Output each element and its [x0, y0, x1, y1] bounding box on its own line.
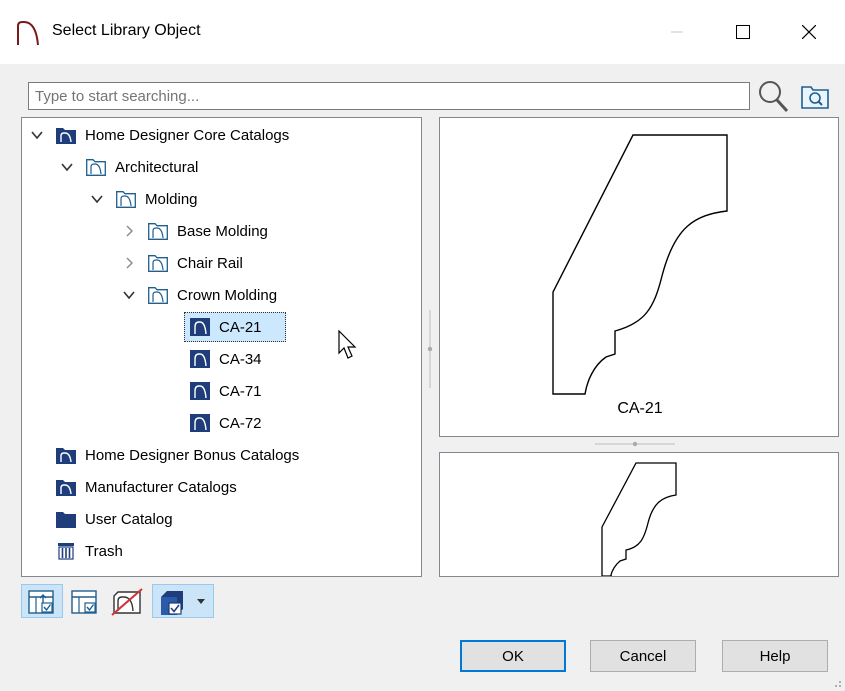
catalog-folder-icon [56, 128, 76, 144]
chevron-down-icon[interactable] [60, 160, 74, 174]
preview-3d-panel [439, 452, 839, 577]
minimize-button[interactable] [654, 14, 700, 50]
cancel-button[interactable]: Cancel [590, 640, 696, 672]
app-logo-icon [17, 21, 39, 46]
toolbar-dropdown-button[interactable] [152, 584, 214, 618]
tree-item-base-molding[interactable]: Base Molding [122, 216, 268, 246]
preview-panel: CA-21 [439, 117, 839, 437]
chevron-down-icon[interactable] [90, 192, 104, 206]
tree-item-label: Base Molding [177, 222, 268, 240]
tree-options-icon [28, 590, 54, 614]
preview-label: CA-21 [617, 400, 663, 417]
tree-item-user-catalog[interactable]: User Catalog [56, 504, 173, 534]
help-button[interactable]: Help [722, 640, 828, 672]
tree-item-label: Architectural [115, 158, 199, 176]
search-input[interactable] [28, 82, 750, 110]
horizontal-splitter[interactable] [595, 440, 675, 448]
tree-item-home-designer-core-catalogs[interactable]: Home Designer Core Catalogs [30, 120, 289, 150]
tree-item-ca-21[interactable]: CA-21 [184, 312, 286, 342]
toolbar-button-3[interactable] [107, 584, 149, 618]
view-options-icon [161, 591, 205, 615]
chevron-right-icon[interactable] [122, 256, 136, 270]
tree-item-label: CA-72 [219, 414, 262, 432]
tree-item-label: Trash [85, 542, 123, 560]
search-icon[interactable] [756, 78, 790, 114]
molding-item-icon [190, 382, 210, 400]
tree-item-ca-71[interactable]: CA-71 [190, 376, 262, 406]
tree-item-trash[interactable]: Trash [56, 536, 123, 566]
tree-item-crown-molding[interactable]: Crown Molding [122, 280, 277, 310]
chevron-right-icon[interactable] [122, 224, 136, 238]
vertical-splitter[interactable] [425, 310, 435, 388]
tree-item-label: Crown Molding [177, 286, 278, 304]
molding-item-icon [190, 318, 210, 336]
folder-outline-icon [86, 159, 106, 176]
window-title: Select Library Object [52, 22, 201, 39]
chevron-down-icon[interactable] [122, 288, 136, 302]
tree-item-architectural[interactable]: Architectural [60, 152, 198, 182]
catalog-folder-icon [56, 448, 76, 464]
maximize-icon [736, 25, 750, 39]
chevron-down-icon[interactable] [30, 128, 44, 142]
tree-item-molding[interactable]: Molding [90, 184, 198, 214]
molding-profile-preview [552, 134, 728, 395]
molding-item-icon [190, 350, 210, 368]
tree-item-label: CA-71 [219, 382, 262, 400]
toolbar-button-1[interactable] [21, 584, 63, 618]
tree-item-ca-72[interactable]: CA-72 [190, 408, 262, 438]
folder-outline-icon [148, 287, 168, 304]
resize-grip-icon[interactable] [830, 676, 842, 688]
mouse-cursor-icon [338, 330, 357, 359]
catalog-folder-icon [56, 480, 76, 496]
trash-icon [58, 543, 74, 560]
tree-item-label: Home Designer Core Catalogs [85, 126, 290, 144]
tree-item-label: Molding [145, 190, 198, 208]
tree-item-label: User Catalog [85, 510, 173, 528]
folder-outline-icon [148, 255, 168, 272]
tree-item-label: Chair Rail [177, 254, 243, 272]
tree-item-label: CA-21 [219, 318, 262, 336]
tree-item-label: CA-34 [219, 350, 262, 368]
toolbar-button-2[interactable] [65, 584, 105, 618]
close-button[interactable] [786, 14, 832, 50]
folder-filled-icon [56, 512, 76, 528]
library-tree[interactable]: Home Designer Core Catalogs Architectura… [21, 117, 422, 577]
molding-item-icon [190, 414, 210, 432]
ok-button[interactable]: OK [460, 640, 566, 672]
close-icon [802, 25, 816, 39]
tree-item-label: Manufacturer Catalogs [85, 478, 237, 496]
minimize-icon [671, 31, 683, 33]
title-bar: Select Library Object [0, 0, 845, 64]
maximize-button[interactable] [720, 14, 766, 50]
tree-item-manufacturer-catalogs[interactable]: Manufacturer Catalogs [56, 472, 237, 502]
tree-item-home-designer-bonus-catalogs[interactable]: Home Designer Bonus Catalogs [56, 440, 299, 470]
tree-item-chair-rail[interactable]: Chair Rail [122, 248, 243, 278]
folder-outline-icon [116, 191, 136, 208]
tree-filter-icon [71, 590, 97, 614]
tree-item-label: Home Designer Bonus Catalogs [85, 446, 300, 464]
molding-3d-preview [601, 462, 677, 576]
hide-items-icon [111, 588, 143, 616]
folder-outline-icon [148, 223, 168, 240]
folder-search-icon[interactable] [800, 82, 830, 110]
tree-item-ca-34[interactable]: CA-34 [190, 344, 262, 374]
